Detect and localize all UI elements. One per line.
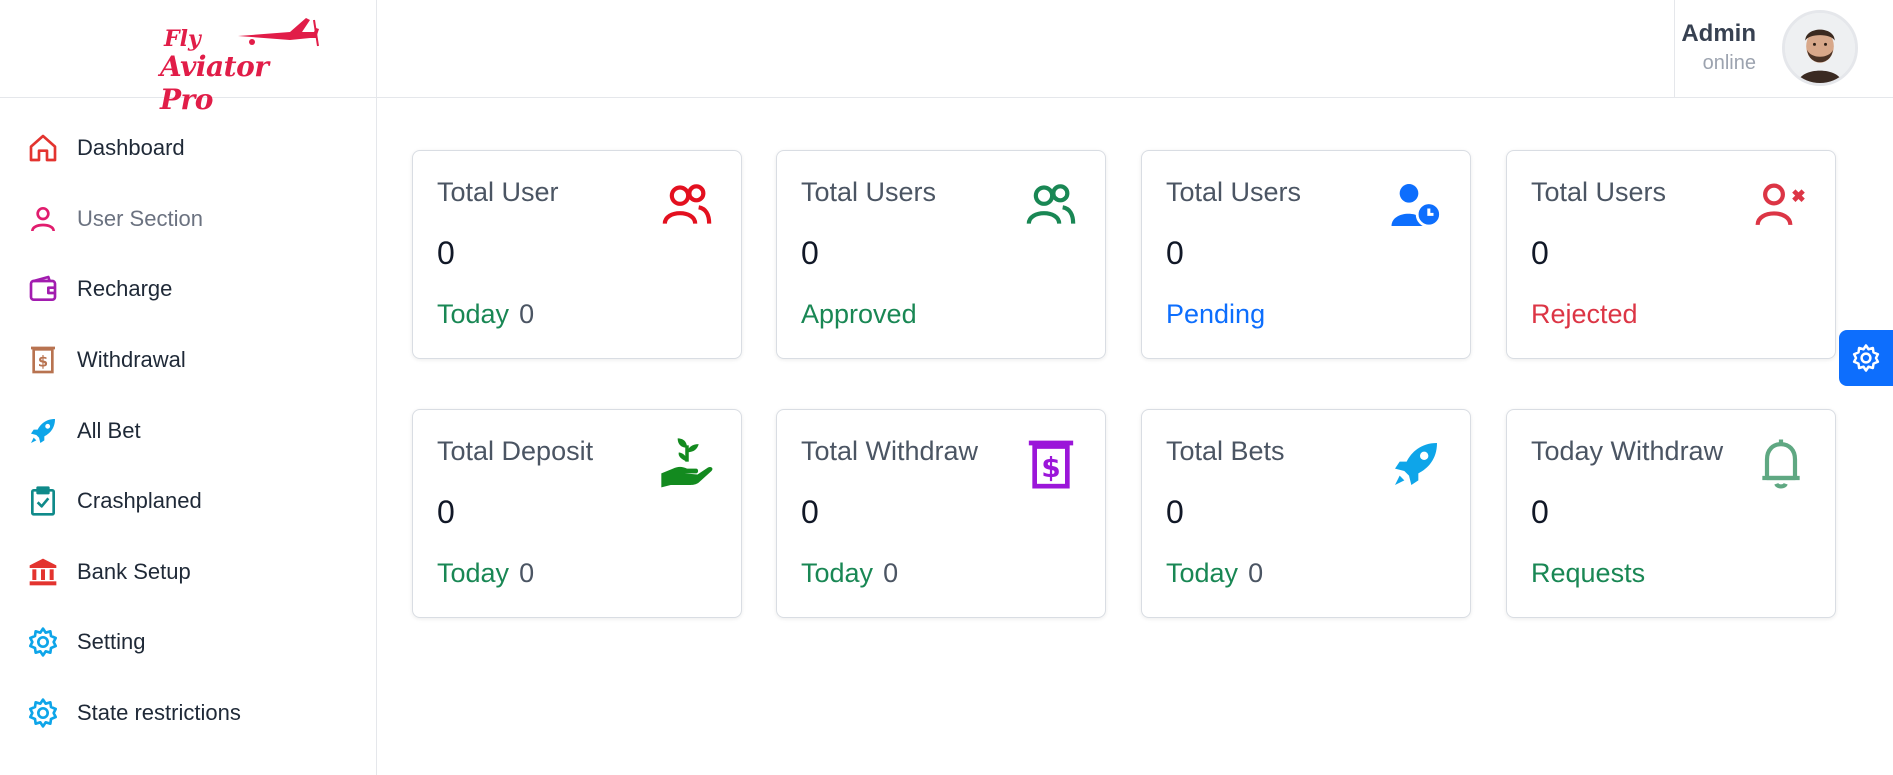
card-footer-label: Today [801,558,874,588]
svg-text:$: $ [38,354,48,371]
brand: Fly Aviator Pro [0,0,376,116]
card-footer-label: Today [437,299,510,329]
gear-icon [26,625,60,659]
card-footer-label: Today [437,558,510,588]
card-footer-count: 0 [519,558,535,588]
card-footer-label: Approved [801,299,917,329]
user-status: online [1702,52,1756,74]
card-footer: Today 0 [437,558,534,589]
gear-icon [1852,344,1880,372]
dollar-receipt-icon: $ [26,343,60,377]
stat-card-total-deposit[interactable]: Total Deposit 0 Today 0 [412,409,742,618]
brand-line1: Fly [164,26,201,52]
user-icon [26,202,60,236]
dollar-receipt-icon: $ [1023,436,1079,492]
users-outline-icon [1023,177,1079,233]
user-name: Admin [1681,20,1756,47]
card-title: Total Users [801,177,937,207]
sidebar-item-label: State restrictions [77,700,241,726]
card-title: Total Withdraw [801,436,979,466]
card-footer-count: 0 [519,299,535,329]
card-title: Total Deposit [437,436,594,466]
card-footer-label: Pending [1166,299,1266,329]
card-value: 0 [437,235,455,271]
card-footer-label: Today [1166,558,1239,588]
card-value: 0 [1166,235,1184,271]
brand-logo[interactable]: Fly Aviator Pro [160,12,320,116]
sidebar-item-setting[interactable]: Setting [0,607,376,678]
sidebar-item-all-bet[interactable]: All Bet [0,395,376,466]
card-title: Total User [437,177,559,207]
settings-floating-button[interactable] [1839,330,1893,386]
stat-card-total-user[interactable]: Total User 0 Today 0 [412,150,742,359]
sidebar-item-withdrawal[interactable]: $ Withdrawal [0,325,376,396]
sidebar-item-label: User Section [77,205,203,231]
stat-card-pending-users[interactable]: Total Users 0 Pending [1141,150,1471,359]
sidebar-item-state-restrictions[interactable]: State restrictions [0,678,376,749]
card-footer: Today 0 [1166,558,1263,589]
card-value: 0 [801,235,819,271]
stat-card-approved-users[interactable]: Total Users 0 Approved [776,150,1106,359]
card-value: 0 [1531,235,1549,271]
user-clock-icon [1388,177,1444,233]
gear-icon [26,696,60,730]
sidebar-item-label: Dashboard [77,135,185,161]
airplane-icon [238,18,319,47]
wallet-icon [26,272,60,306]
card-value: 0 [801,494,819,530]
sidebar-item-label: Bank Setup [77,558,191,584]
card-title: Total Users [1531,177,1667,207]
sidebar-item-user-section[interactable]: User Section [0,184,376,255]
card-footer-count: 0 [883,558,899,588]
bank-icon [26,555,60,589]
sidebar-item-label: Crashplaned [77,488,202,514]
bell-icon [1753,436,1809,492]
hand-plant-icon [659,436,715,492]
card-footer-label: Requests [1531,558,1646,588]
sidebar-nav: Dashboard User Section Recharge $ Withdr… [0,98,376,748]
sidebar-item-label: All Bet [77,417,141,443]
card-footer: Today 0 [437,299,534,330]
avatar-portrait-icon [1785,13,1855,83]
sidebar-item-bank-setup[interactable]: Bank Setup [0,537,376,608]
card-value: 0 [1531,494,1549,530]
clipboard-check-icon [26,484,60,518]
sidebar-item-label: Recharge [77,276,173,302]
card-value: 0 [1166,494,1184,530]
users-outline-icon [659,177,715,233]
sidebar-item-dashboard[interactable]: Dashboard [0,113,376,184]
home-icon [26,131,60,165]
card-title: Total Bets [1166,436,1285,466]
card-footer: Rejected [1531,299,1638,330]
stat-card-total-withdraw[interactable]: Total Withdraw $ 0 Today 0 [776,409,1106,618]
stat-card-total-bets[interactable]: Total Bets 0 Today 0 [1141,409,1471,618]
sidebar: Fly Aviator Pro Dashboard User Section R… [0,0,377,775]
sidebar-item-crashplaned[interactable]: Crashplaned [0,466,376,537]
stat-card-today-withdraw[interactable]: Today Withdraw 0 Requests [1506,409,1836,618]
avatar[interactable] [1782,10,1858,86]
card-title: Total Users [1166,177,1302,207]
rocket-icon [1388,436,1444,492]
rocket-icon [26,414,60,448]
card-title: Today Withdraw [1531,436,1724,466]
card-value: 0 [437,494,455,530]
card-footer: Approved [801,299,917,330]
svg-text:$: $ [1041,451,1060,484]
card-footer: Pending [1166,299,1265,330]
user-x-icon [1753,177,1809,233]
card-footer-label: Rejected [1531,299,1638,329]
card-footer: Today 0 [801,558,898,589]
sidebar-item-label: Withdrawal [77,347,186,373]
sidebar-item-recharge[interactable]: Recharge [0,254,376,325]
sidebar-item-label: Setting [77,629,146,655]
user-menu[interactable]: Admin online [1674,0,1893,98]
card-footer-count: 0 [1248,558,1264,588]
top-header: Admin online [377,0,1893,98]
stat-card-rejected-users[interactable]: Total Users 0 Rejected [1506,150,1836,359]
card-footer: Requests [1531,558,1645,589]
